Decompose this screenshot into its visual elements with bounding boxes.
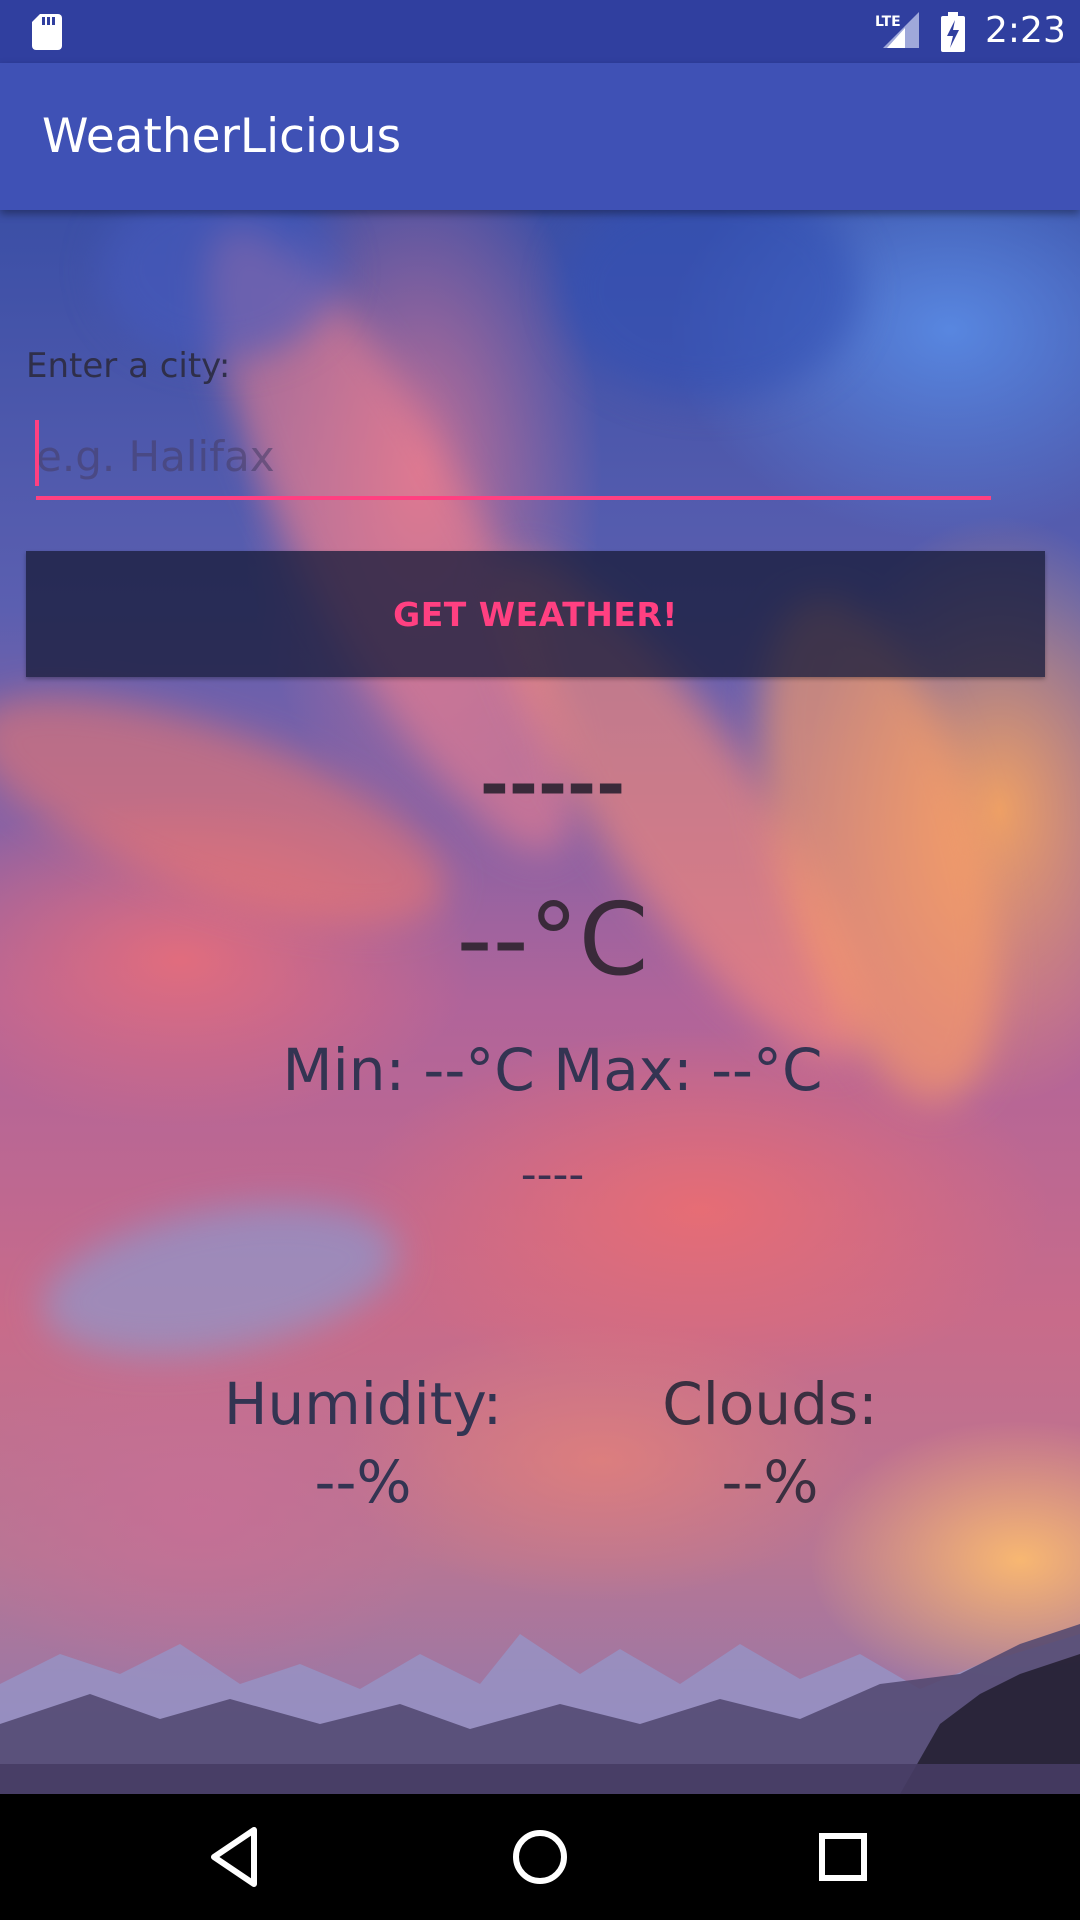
city-label: Enter a city: (26, 346, 231, 386)
clouds-label: Clouds: (662, 1370, 878, 1438)
get-weather-button[interactable]: GET WEATHER! (26, 551, 1045, 677)
text-cursor (35, 420, 39, 486)
main-content: Enter a city: GET WEATHER! ----- --°C Mi… (0, 210, 1080, 1794)
weather-description: ---- (520, 1149, 585, 1200)
clouds-stat: Clouds: --% (570, 1365, 970, 1521)
navigation-bar (0, 1794, 1080, 1920)
app-bar: WeatherLicious (0, 63, 1080, 210)
status-bar: LTE 2:23 (0, 0, 1080, 63)
mountains-image (0, 1624, 1080, 1794)
sd-card-icon (32, 14, 62, 50)
battery-charging-icon (941, 12, 965, 52)
app-title: WeatherLicious (42, 109, 402, 164)
background-cloud (560, 210, 860, 400)
clouds-value: --% (721, 1448, 819, 1516)
lte-signal-icon: LTE (875, 12, 919, 48)
svg-text:LTE: LTE (875, 14, 901, 30)
min-max-temperature: Min: --°C Max: --°C (282, 1036, 823, 1104)
back-icon[interactable] (204, 1824, 270, 1890)
humidity-value: --% (314, 1448, 412, 1516)
background-cloud (30, 1179, 410, 1381)
city-input[interactable] (36, 416, 991, 500)
home-icon[interactable] (507, 1824, 573, 1890)
recents-icon[interactable] (810, 1824, 876, 1890)
city-name: ----- (479, 744, 626, 826)
humidity-label: Humidity: (223, 1370, 503, 1438)
status-clock: 2:23 (985, 10, 1066, 51)
humidity-stat: Humidity: --% (163, 1365, 563, 1521)
temperature: --°C (456, 881, 649, 998)
